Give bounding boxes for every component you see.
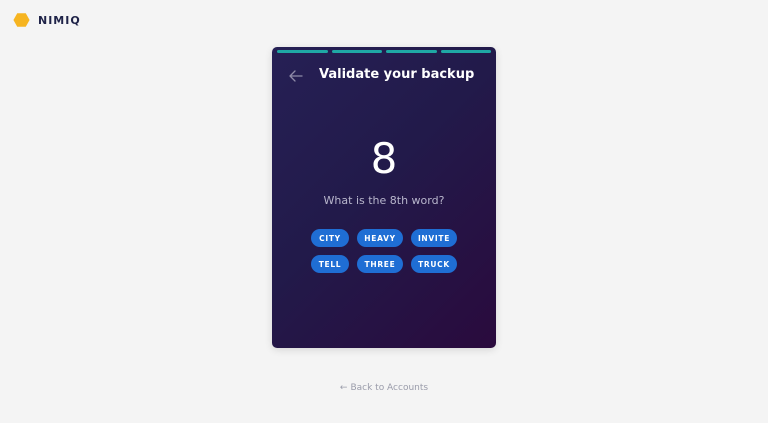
word-button-city[interactable]: CITY — [311, 229, 349, 247]
brand-name: NIMIQ — [38, 13, 81, 27]
question-text: What is the 8th word? — [323, 194, 445, 207]
arrow-left-icon[interactable] — [288, 69, 303, 83]
card-header: Validate your backup — [272, 67, 496, 87]
progress-segment — [440, 50, 491, 53]
word-button-invite[interactable]: INVITE — [411, 229, 457, 247]
progress-segment — [386, 50, 437, 53]
back-to-accounts-label: Back to Accounts — [350, 383, 429, 393]
word-button-heavy[interactable]: HEAVY — [357, 229, 403, 247]
word-button-tell[interactable]: TELL — [311, 255, 349, 273]
word-choices: CITY HEAVY INVITE TELL THREE TRUCK — [311, 229, 457, 273]
progress-segment — [331, 50, 382, 53]
back-to-accounts-link[interactable]: ← Back to Accounts — [0, 383, 768, 393]
arrow-left-icon: ← — [339, 383, 348, 393]
word-button-truck[interactable]: TRUCK — [411, 255, 457, 273]
progress-bar — [277, 50, 491, 53]
hexagon-icon — [13, 13, 30, 27]
page-title: Validate your backup — [319, 67, 475, 82]
word-button-three[interactable]: THREE — [357, 255, 403, 273]
nimiq-logo[interactable]: NIMIQ — [13, 12, 81, 28]
word-number: 8 — [370, 134, 398, 183]
progress-segment — [277, 50, 328, 53]
validate-backup-card: Validate your backup 8 What is the 8th w… — [272, 47, 496, 348]
